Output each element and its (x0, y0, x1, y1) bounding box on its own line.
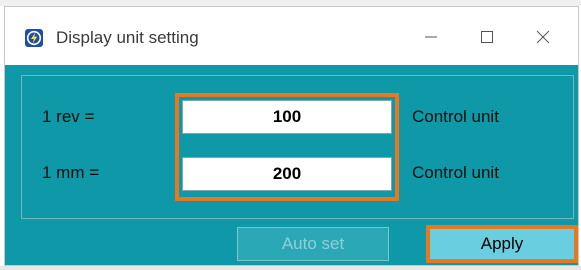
title-bar[interactable]: Display unit setting (5, 7, 578, 65)
rev-unit-label: Control unit (412, 107, 499, 126)
window-title: Display unit setting (56, 28, 199, 47)
auto-set-button[interactable]: Auto set (237, 227, 389, 261)
mm-unit-label: Control unit (412, 163, 499, 182)
background-strip-bottom (0, 266, 581, 270)
rev-label: 1 rev = (42, 107, 95, 126)
mm-label: 1 mm = (42, 163, 100, 182)
dialog-window: Display unit setting 1 rev = 1 mm = 100 … (4, 6, 579, 266)
maximize-button[interactable] (465, 19, 509, 55)
minimize-button[interactable] (409, 19, 453, 55)
close-button[interactable] (521, 19, 565, 55)
app-logo-icon (25, 29, 43, 47)
dialog-client-area: 1 rev = 1 mm = 100 200 Control unit Cont… (5, 65, 578, 265)
apply-button[interactable]: Apply (426, 225, 578, 263)
close-icon (536, 30, 550, 44)
mm-value-input[interactable]: 200 (182, 157, 392, 191)
rev-value-input[interactable]: 100 (182, 100, 392, 134)
minimize-icon (425, 36, 437, 38)
maximize-icon (481, 31, 493, 43)
